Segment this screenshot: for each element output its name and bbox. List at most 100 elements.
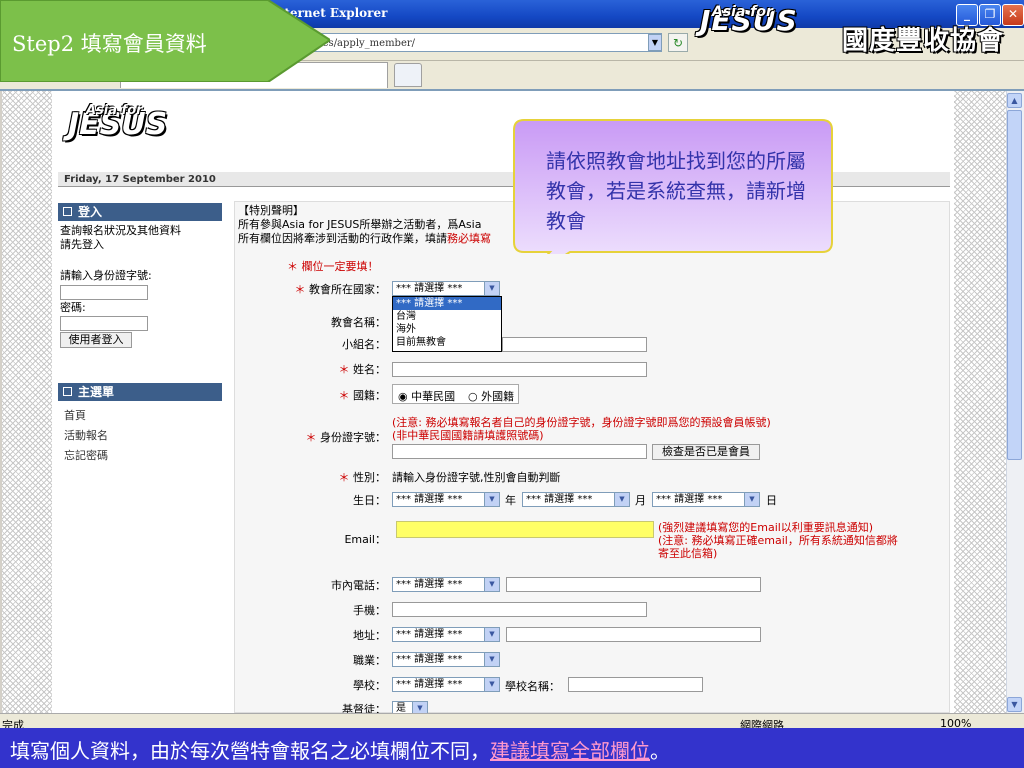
- group-input[interactable]: [502, 337, 647, 352]
- id-number-label-text: 身份證字號：: [320, 431, 386, 444]
- birth-year-select[interactable]: *** 請選擇 *** ▼: [392, 492, 500, 507]
- email-note-2: (注意: 務必填寫正確email，所有系統通知信都將: [658, 534, 898, 547]
- group-label: 小組名：: [342, 338, 386, 351]
- dropdown-option[interactable]: *** 請選擇 ***: [393, 297, 501, 310]
- dropdown-option[interactable]: 目前無教會: [393, 336, 501, 349]
- caption-text: 填寫個人資料，由於每次營特會報名之必填欄位不同，: [10, 739, 490, 763]
- email-input[interactable]: [396, 521, 654, 538]
- chevron-down-icon: ▼: [484, 628, 499, 641]
- school-select[interactable]: *** 請選擇 *** ▼: [392, 677, 500, 692]
- login-heading: 登入: [58, 203, 222, 221]
- country-select-value: *** 請選擇 ***: [396, 283, 463, 294]
- scroll-thumb[interactable]: [1007, 110, 1022, 460]
- page-margin-left: [2, 91, 52, 713]
- address-dropdown-icon[interactable]: ▼: [648, 34, 662, 51]
- birth-year-unit: 年: [505, 494, 516, 507]
- christian-label: 基督徒：: [342, 703, 386, 713]
- school-value: *** 請選擇 ***: [396, 679, 463, 690]
- address-input[interactable]: [506, 627, 761, 642]
- country-label-text: 教會所在國家：: [309, 283, 386, 296]
- id-note-1: (注意: 務必填寫報名者自己的身份證字號，身份證字號即爲您的預設會員帳號): [392, 416, 771, 429]
- section-icon: [63, 207, 72, 216]
- new-tab-button[interactable]: [394, 63, 422, 87]
- name-input[interactable]: [392, 362, 647, 377]
- country-dropdown-list: *** 請選擇 *** 台灣 海外 目前無教會: [392, 296, 502, 352]
- menu-heading-label: 主選單: [78, 385, 115, 399]
- login-desc-2: 請先登入: [60, 238, 104, 251]
- password-label: 密碼:: [60, 301, 86, 314]
- birth-month-select[interactable]: *** 請選擇 *** ▼: [522, 492, 630, 507]
- birth-year-value: *** 請選擇 ***: [396, 494, 463, 505]
- address-city-select[interactable]: *** 請選擇 *** ▼: [392, 627, 500, 642]
- brand-logo-small: Asia for: [712, 4, 773, 20]
- phone-input[interactable]: [506, 577, 761, 592]
- birth-day-unit: 日: [766, 494, 777, 507]
- nationality-radio-foreign[interactable]: ○ 外國籍: [468, 388, 514, 404]
- mobile-label: 手機：: [353, 604, 386, 617]
- id-label: 請輸入身份證字號:: [60, 269, 152, 282]
- birth-day-select[interactable]: *** 請選擇 *** ▼: [652, 492, 760, 507]
- job-select[interactable]: *** 請選擇 *** ▼: [392, 652, 500, 667]
- notice-line-2-emphasis: 務必填寫: [447, 232, 491, 245]
- id-number-input[interactable]: [392, 444, 647, 459]
- gender-auto-text: 請輸入身份證字號,性別會自動判斷: [392, 471, 561, 484]
- address-input[interactable]: ules/apply_member/: [310, 33, 662, 52]
- chevron-down-icon: ▼: [614, 493, 629, 506]
- chevron-down-icon: ▼: [484, 493, 499, 506]
- email-note-1: (強烈建議填寫您的Email以利重要訊息通知): [658, 521, 874, 534]
- chevron-down-icon: ▼: [484, 282, 499, 295]
- nationality-radio-roc[interactable]: ◉ 中華民國: [398, 388, 455, 404]
- address-label: 地址：: [353, 629, 386, 642]
- phone-area-select[interactable]: *** 請選擇 *** ▼: [392, 577, 500, 592]
- page-margin-right: [954, 91, 1006, 713]
- chevron-down-icon: ▼: [484, 653, 499, 666]
- login-desc-1: 查詢報名狀況及其他資料: [60, 224, 181, 237]
- refresh-icon[interactable]: ↻: [668, 33, 688, 52]
- callout-text: 請依照教會地址找到您的所屬教會，若是系統查無，請新增教會: [546, 149, 806, 233]
- login-id-input[interactable]: [60, 285, 148, 300]
- gender-label: ＊ 性別：: [338, 471, 387, 484]
- country-select[interactable]: *** 請選擇 *** ▼: [392, 281, 500, 296]
- notice-title: 【特別聲明】: [238, 204, 304, 217]
- chevron-down-icon: ▼: [744, 493, 759, 506]
- school-name-input[interactable]: [568, 677, 703, 692]
- web-page: JESUS Asia for Friday, 17 September 2010…: [2, 91, 1006, 713]
- chevron-down-icon: ▼: [484, 678, 499, 691]
- scroll-up-icon[interactable]: ▲: [1007, 93, 1022, 108]
- scroll-down-icon[interactable]: ▼: [1007, 697, 1022, 712]
- login-button[interactable]: 使用者登入: [60, 332, 132, 348]
- gender-label-text: 性別：: [353, 471, 386, 484]
- menu-item-forgot-password[interactable]: 忘記密碼: [64, 447, 108, 463]
- chevron-down-icon: ▼: [484, 578, 499, 591]
- menu-item-register[interactable]: 活動報名: [64, 427, 108, 443]
- menu-item-home[interactable]: 首頁: [64, 407, 86, 423]
- birth-month-value: *** 請選擇 ***: [526, 494, 593, 505]
- caption-link[interactable]: 建議填寫全部欄位: [490, 739, 650, 763]
- job-value: *** 請選擇 ***: [396, 654, 463, 665]
- mobile-input[interactable]: [392, 602, 647, 617]
- dropdown-option[interactable]: 台灣: [393, 310, 501, 323]
- close-button[interactable]: ✕: [1002, 4, 1024, 26]
- email-note-3: 寄至此信箱): [658, 547, 718, 560]
- phone-area-value: *** 請選擇 ***: [396, 579, 463, 590]
- christian-select[interactable]: 是 ▼: [392, 701, 428, 713]
- login-password-input[interactable]: [60, 316, 148, 331]
- school-label: 學校：: [353, 679, 386, 692]
- caption: 填寫個人資料，由於每次營特會報名之必填欄位不同，建議填寫全部欄位。: [10, 735, 670, 764]
- job-label: 職業：: [353, 654, 386, 667]
- dropdown-option[interactable]: 海外: [393, 323, 501, 336]
- menu-heading: 主選單: [58, 383, 222, 401]
- name-label: ＊ 姓名：: [338, 363, 387, 376]
- login-heading-label: 登入: [78, 205, 103, 219]
- address-city-value: *** 請選擇 ***: [396, 629, 463, 640]
- nationality-label: ＊ 國籍：: [338, 389, 387, 402]
- check-member-button[interactable]: 檢查是否已是會員: [652, 444, 760, 460]
- radio-label-foreign: 外國籍: [481, 390, 515, 403]
- step-title: Step2 填寫會員資料: [12, 32, 207, 56]
- notice-line-2: 所有欄位因將牽涉到活動的行政作業，填請務必填寫: [238, 232, 491, 246]
- birth-day-value: *** 請選擇 ***: [656, 494, 723, 505]
- christian-value: 是: [396, 703, 406, 713]
- country-label: ＊ 教會所在國家：: [294, 283, 387, 296]
- radio-label-roc: 中華民國: [411, 390, 456, 403]
- id-note-2: (非中華民國國籍請填護照號碼): [392, 429, 544, 442]
